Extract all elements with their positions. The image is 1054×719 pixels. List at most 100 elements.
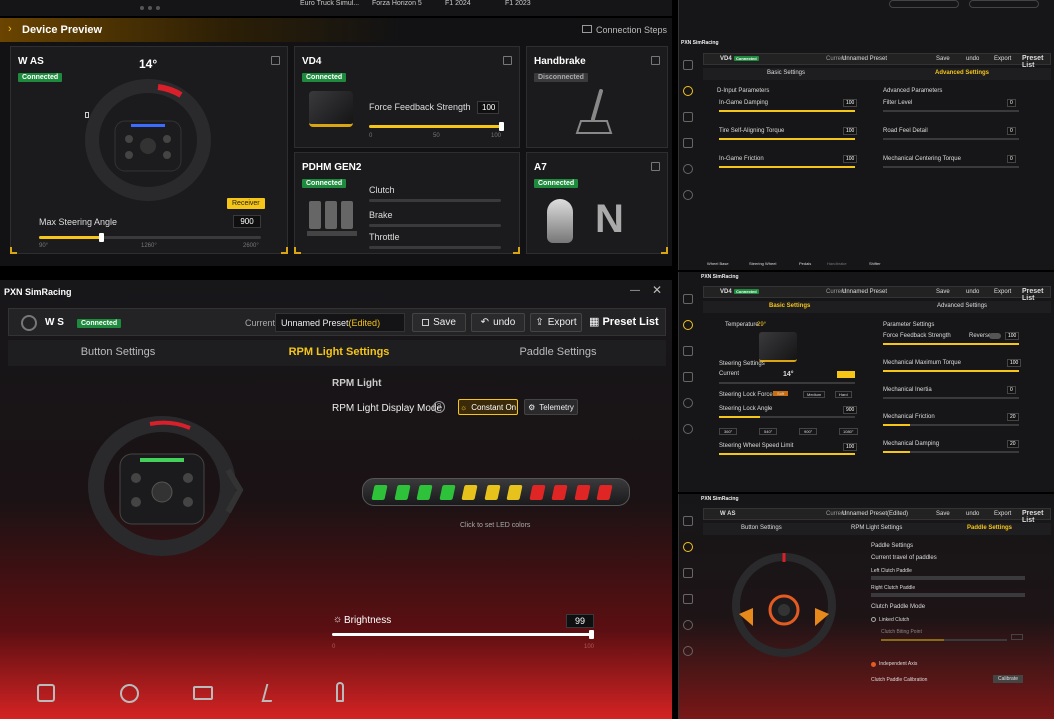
angle-preset-900[interactable]: 900°: [799, 428, 818, 435]
param-value[interactable]: 0: [1007, 155, 1016, 163]
tab-advanced[interactable]: Advanced Settings: [935, 70, 989, 76]
devices-icon[interactable]: [683, 320, 693, 330]
tab-basic[interactable]: Basic Settings: [769, 303, 810, 309]
save-button[interactable]: Save: [936, 289, 950, 295]
bite-point-slider[interactable]: [881, 639, 1007, 641]
reverse-toggle[interactable]: [989, 333, 1001, 339]
param-value[interactable]: 100: [1007, 359, 1022, 367]
ffb-value[interactable]: 100: [1005, 332, 1020, 340]
settings-icon[interactable]: [683, 646, 693, 656]
home-icon[interactable]: [683, 294, 693, 304]
param-value[interactable]: 20: [1007, 440, 1019, 448]
update-icon[interactable]: [683, 138, 693, 148]
param-slider[interactable]: [883, 451, 1019, 453]
led-1[interactable]: [371, 485, 388, 500]
param-slider[interactable]: [883, 370, 1019, 372]
nav-shifter[interactable]: Shifter: [869, 261, 881, 266]
lock-angle-value[interactable]: 900: [843, 406, 858, 414]
undo-button[interactable]: undo: [966, 289, 979, 295]
param-slider[interactable]: [719, 138, 855, 140]
param-slider[interactable]: [883, 110, 1019, 112]
receiver-button[interactable]: Receiver: [227, 198, 265, 209]
help-icon[interactable]: [683, 164, 693, 174]
nav-wheel-base[interactable]: Wheel Base: [707, 261, 729, 266]
led-strip[interactable]: [362, 478, 630, 506]
led-5[interactable]: [461, 485, 478, 500]
export-button[interactable]: Export: [994, 289, 1011, 295]
help-icon[interactable]: [683, 398, 693, 408]
led-6[interactable]: [483, 485, 501, 500]
game-tile-4[interactable]: F1 2023: [505, 0, 531, 7]
minimize-icon[interactable]: —: [630, 285, 640, 296]
home-icon[interactable]: [683, 60, 693, 70]
preset-list-button[interactable]: Preset List: [1022, 510, 1050, 524]
param-value[interactable]: 0: [1007, 127, 1016, 135]
undo-button[interactable]: undo: [966, 511, 979, 517]
tab-paddle[interactable]: Paddle Settings: [967, 525, 1012, 531]
param-value[interactable]: 100: [843, 127, 858, 135]
nav-handbrake[interactable]: Handbrake: [827, 261, 847, 266]
save-button[interactable]: Save: [936, 56, 950, 62]
tab-rpm-light-settings[interactable]: RPM Light Settings: [264, 346, 414, 358]
independent-radio[interactable]: [871, 662, 876, 667]
param-value[interactable]: 0: [1007, 386, 1016, 394]
angle-preset-360[interactable]: 360°: [719, 428, 738, 435]
tab-advanced[interactable]: Advanced Settings: [937, 303, 987, 309]
games-icon[interactable]: [683, 346, 693, 356]
game-tile-2[interactable]: Forza Horizon 5: [372, 0, 422, 7]
shifter-nav-icon[interactable]: [336, 682, 344, 702]
param-slider[interactable]: [719, 110, 855, 112]
led-8[interactable]: [528, 485, 546, 500]
led-11[interactable]: [596, 485, 613, 500]
max-steering-slider[interactable]: [39, 233, 261, 242]
max-steering-value[interactable]: 900: [233, 215, 261, 228]
expand-icon[interactable]: [651, 56, 660, 65]
lock-soft[interactable]: Soft: [773, 391, 789, 396]
constant-on-button[interactable]: ☼ Constant On: [458, 399, 518, 415]
expand-icon[interactable]: [503, 56, 512, 65]
led-4[interactable]: [438, 485, 456, 500]
param-slider[interactable]: [883, 138, 1019, 140]
preset-list-button[interactable]: Preset List: [1022, 288, 1050, 302]
speed-limit-slider[interactable]: [719, 453, 855, 455]
card-handbrake[interactable]: Handbrake Disconnected: [526, 46, 668, 148]
card-vd4[interactable]: VD4 Connected Force Feedback Strength 10…: [294, 46, 520, 148]
expand-icon[interactable]: [271, 56, 280, 65]
lock-medium[interactable]: Medium: [803, 391, 826, 398]
led-9[interactable]: [551, 485, 568, 500]
save-button[interactable]: Save: [412, 313, 466, 332]
led-3[interactable]: [416, 485, 433, 500]
tab-basic[interactable]: Basic Settings: [767, 70, 805, 76]
games-icon[interactable]: [683, 112, 693, 122]
linked-radio[interactable]: [871, 617, 876, 622]
game-tile-3[interactable]: F1 2024: [445, 0, 471, 7]
expand-icon[interactable]: [651, 162, 660, 171]
close-icon[interactable]: ✕: [652, 283, 662, 297]
undo-button[interactable]: undo: [966, 56, 979, 62]
settings-icon[interactable]: [683, 424, 693, 434]
devices-icon[interactable]: [683, 542, 693, 552]
tab-button[interactable]: Button Settings: [741, 525, 782, 531]
game-tile-1[interactable]: Euro Truck Simul...: [300, 0, 359, 7]
lock-angle-slider[interactable]: [719, 416, 855, 418]
led-2[interactable]: [393, 485, 411, 500]
home-icon[interactable]: [683, 516, 693, 526]
connection-steps-link[interactable]: Connection Steps: [596, 25, 667, 35]
bite-point-value[interactable]: [1011, 634, 1023, 640]
param-slider[interactable]: [883, 424, 1019, 426]
calibrate-button[interactable]: Calibrate: [993, 675, 1024, 683]
undo-button[interactable]: ↶ undo: [471, 313, 525, 332]
nav-pedals[interactable]: Pedals: [799, 261, 811, 266]
steering-wheel-nav-icon[interactable]: [120, 684, 139, 703]
brightness-slider[interactable]: [332, 630, 595, 639]
brightness-value[interactable]: 99: [566, 614, 594, 628]
card-pdhm[interactable]: PDHM GEN2 Connected Clutch Brake Throttl…: [294, 152, 520, 254]
pedals-nav-icon[interactable]: [193, 686, 213, 700]
nav-steering-wheel[interactable]: Steering Wheel: [749, 261, 776, 266]
preset-list-button[interactable]: Preset List: [1022, 55, 1050, 69]
param-slider[interactable]: [719, 166, 855, 168]
ffb-value[interactable]: 100: [477, 101, 499, 114]
update-icon[interactable]: [683, 372, 693, 382]
angle-preset-1080[interactable]: 1080°: [839, 428, 858, 435]
telemetry-button[interactable]: ⚙ Telemetry: [524, 399, 578, 415]
